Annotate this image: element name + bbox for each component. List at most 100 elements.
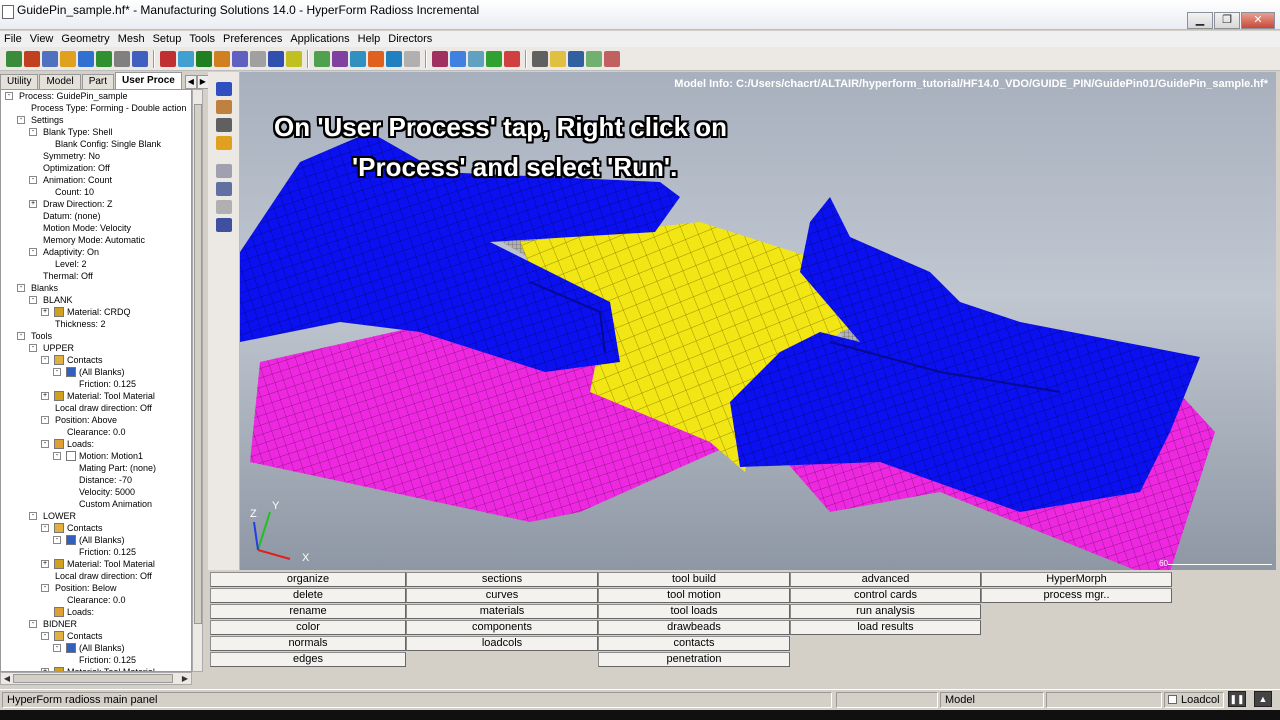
panel-button-advanced[interactable]: advanced (790, 572, 981, 587)
panel-button-delete[interactable]: delete (210, 588, 406, 603)
panel-button-color[interactable]: color (210, 620, 406, 635)
toolbar-tool-icon[interactable] (60, 50, 76, 67)
display-icon[interactable] (216, 118, 232, 132)
toolbar-tool-icon[interactable] (504, 50, 520, 67)
menu-applications[interactable]: Applications (286, 31, 353, 47)
scroll-right-icon[interactable]: ▶ (180, 674, 190, 683)
tab-left-icon[interactable]: ◀ (184, 75, 197, 89)
panel-button-drawbeads[interactable]: drawbeads (598, 620, 790, 635)
collapse-icon[interactable]: - (53, 452, 61, 460)
panel-button-hypermorph[interactable]: HyperMorph (981, 572, 1172, 587)
toolbar-tool-icon[interactable] (42, 50, 58, 67)
toolbar-tool-icon[interactable] (432, 50, 448, 67)
toolbar-tool-icon[interactable] (350, 50, 366, 67)
tree-item[interactable]: - UPPER (1, 342, 191, 354)
collapse-icon[interactable]: - (53, 536, 61, 544)
panel-button-materials[interactable]: materials (406, 604, 598, 619)
expand-icon[interactable]: + (41, 392, 49, 400)
toolbar-tool-icon[interactable] (214, 50, 230, 67)
toolbar-tool-icon[interactable] (532, 50, 548, 67)
graphics-viewport[interactable]: X Y Z Model Info: C:/Users/chacrt/ALTAIR… (240, 72, 1276, 570)
solid-cube-icon[interactable] (216, 218, 232, 232)
tree-item[interactable]: + Draw Direction: Z (1, 198, 191, 210)
toolbar-tool-icon[interactable] (232, 50, 248, 67)
collapse-icon[interactable]: - (41, 524, 49, 532)
toolbar-tool-icon[interactable] (568, 50, 584, 67)
tree-horizontal-scrollbar[interactable]: ◀ ▶ (0, 672, 192, 685)
tree-item[interactable]: - Settings (1, 114, 191, 126)
toolbar-tool-icon[interactable] (160, 50, 176, 67)
tree-item[interactable]: - Position: Above (1, 414, 191, 426)
collapse-icon[interactable]: - (41, 632, 49, 640)
tree-item[interactable]: Thermal: Off (1, 270, 191, 282)
toolbar-tool-icon[interactable] (450, 50, 466, 67)
shaded-icon[interactable] (216, 182, 232, 196)
tree-item[interactable]: Memory Mode: Automatic (1, 234, 191, 246)
light-icon[interactable] (216, 136, 232, 150)
tree-item[interactable]: + Material: CRDQ (1, 306, 191, 318)
tree-item[interactable]: + Material: Tool Material (1, 558, 191, 570)
tab-part[interactable]: Part (81, 74, 115, 89)
tree-item[interactable]: - Contacts (1, 630, 191, 642)
tree-item[interactable]: - (All Blanks) (1, 534, 191, 546)
collapse-icon[interactable]: - (29, 620, 37, 628)
panel-button-components[interactable]: components (406, 620, 598, 635)
tree-item[interactable]: Blank Config: Single Blank (1, 138, 191, 150)
panel-button-curves[interactable]: curves (406, 588, 598, 603)
tab-utility[interactable]: Utility (0, 74, 39, 89)
menu-help[interactable]: Help (354, 31, 385, 47)
collapse-icon[interactable]: - (29, 128, 37, 136)
tree-item[interactable]: - (All Blanks) (1, 642, 191, 654)
tree-item[interactable]: Process Type: Forming - Double action (1, 102, 191, 114)
toolbar-tool-icon[interactable] (404, 50, 420, 67)
panel-button-normals[interactable]: normals (210, 636, 406, 651)
toolbar-tool-icon[interactable] (586, 50, 602, 67)
tree-item[interactable]: - Position: Below (1, 582, 191, 594)
toolbar-tool-icon[interactable] (468, 50, 484, 67)
menu-directors[interactable]: Directors (384, 31, 436, 47)
collapse-icon[interactable]: - (41, 584, 49, 592)
collapse-icon[interactable]: - (17, 332, 25, 340)
toolbar-tool-icon[interactable] (6, 50, 22, 67)
menu-file[interactable]: File (0, 31, 26, 47)
toolbar-tool-icon[interactable] (368, 50, 384, 67)
collapse-icon[interactable]: - (5, 92, 13, 100)
tree-item[interactable]: Thickness: 2 (1, 318, 191, 330)
panel-button-organize[interactable]: organize (210, 572, 406, 587)
toolbar-tool-icon[interactable] (24, 50, 40, 67)
tab-model[interactable]: Model (39, 74, 81, 89)
tree-item[interactable]: Datum: (none) (1, 210, 191, 222)
panel-button-load-results[interactable]: load results (790, 620, 981, 635)
tree-item[interactable]: - Animation: Count (1, 174, 191, 186)
toolbar-tool-icon[interactable] (96, 50, 112, 67)
panel-button-tool-loads[interactable]: tool loads (598, 604, 790, 619)
tab-user-proce[interactable]: User Proce (115, 72, 182, 89)
tree-item[interactable]: - Contacts (1, 522, 191, 534)
tree-item[interactable]: Loads: (1, 606, 191, 618)
collapse-icon[interactable]: - (53, 368, 61, 376)
toolbar-tool-icon[interactable] (178, 50, 194, 67)
tree-item[interactable]: - Process: GuidePin_sample (1, 90, 191, 102)
tree-item[interactable]: - LOWER (1, 510, 191, 522)
scrollbar-thumb[interactable] (194, 104, 202, 624)
wireframe-icon[interactable] (216, 164, 232, 178)
tree-item[interactable]: Symmetry: No (1, 150, 191, 162)
tree-item[interactable]: - BLANK (1, 294, 191, 306)
collapse-icon[interactable]: - (17, 284, 25, 292)
tree-item[interactable]: Local draw direction: Off (1, 570, 191, 582)
panel-button-control-cards[interactable]: control cards (790, 588, 981, 603)
tree-item[interactable]: Distance: -70 (1, 474, 191, 486)
menu-tools[interactable]: Tools (185, 31, 219, 47)
toolbar-tool-icon[interactable] (196, 50, 212, 67)
status-model-cell[interactable]: Model (940, 692, 1044, 708)
menu-mesh[interactable]: Mesh (114, 31, 149, 47)
tree-item[interactable]: Clearance: 0.0 (1, 594, 191, 606)
process-tree[interactable]: - Process: GuidePin_sample Process Type: F… (0, 89, 192, 672)
tree-item[interactable]: Custom Animation (1, 498, 191, 510)
toolbar-tool-icon[interactable] (78, 50, 94, 67)
collapse-icon[interactable]: - (41, 440, 49, 448)
tree-item[interactable]: - Blanks (1, 282, 191, 294)
toolbar-tool-icon[interactable] (314, 50, 330, 67)
tree-item[interactable]: Mating Part: (none) (1, 462, 191, 474)
scrollbar-thumb[interactable] (13, 674, 173, 683)
